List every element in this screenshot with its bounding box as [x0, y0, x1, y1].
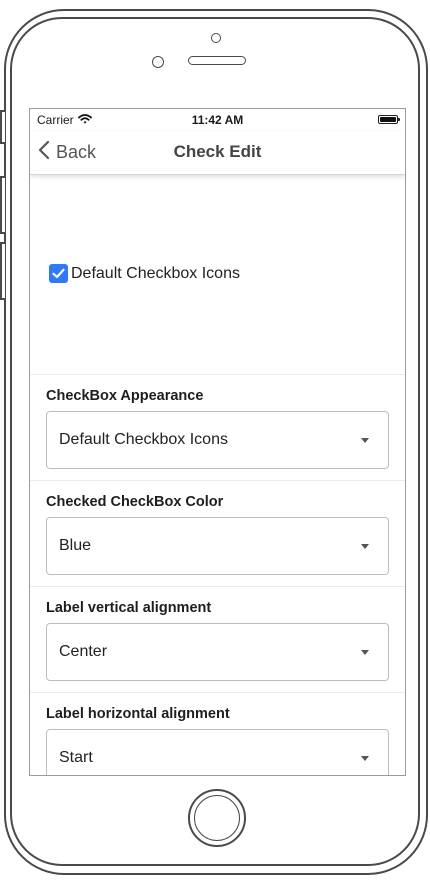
status-time: 11:42 AM [191, 113, 244, 127]
field-checked-color: Checked CheckBox Color Blue [30, 481, 405, 587]
dropdown-value: Blue [59, 537, 92, 554]
vertical-alignment-dropdown[interactable]: Center [46, 623, 389, 681]
mute-switch [0, 110, 5, 144]
proximity-sensor [211, 33, 221, 43]
page-title: Check Edit [173, 142, 262, 161]
battery-icon [378, 115, 400, 124]
field-vertical-alignment: Label vertical alignment Center [30, 587, 405, 693]
volume-down-button [0, 242, 5, 300]
home-button[interactable] [188, 789, 246, 847]
checkbox-preview-section: Default Checkbox Icons [30, 175, 405, 375]
caret-down-icon [361, 756, 369, 761]
dropdown-value: Start [59, 749, 93, 766]
default-checkbox[interactable]: Default Checkbox Icons [49, 264, 240, 283]
dropdown-value: Center [59, 643, 108, 660]
field-label: Label horizontal alignment [46, 706, 230, 722]
caret-down-icon [361, 438, 369, 443]
content-scroll[interactable]: Default Checkbox Icons CheckBox Appearan… [30, 175, 405, 775]
volume-up-button [0, 176, 5, 234]
horizontal-alignment-dropdown[interactable]: Start [46, 729, 389, 775]
checkbox-appearance-dropdown[interactable]: Default Checkbox Icons [46, 411, 389, 469]
front-camera [152, 56, 164, 68]
caret-down-icon [361, 650, 369, 655]
app-screen: Carrier 11:42 AM Back Check Edit Default… [29, 108, 406, 776]
navigation-bar: Back Check Edit [30, 131, 405, 175]
field-label: CheckBox Appearance [46, 388, 204, 404]
earpiece-speaker [188, 56, 246, 65]
caret-down-icon [361, 544, 369, 549]
field-checkbox-appearance: CheckBox Appearance Default Checkbox Ico… [30, 375, 405, 481]
checkbox-label: Default Checkbox Icons [71, 264, 240, 282]
status-bar: Carrier 11:42 AM [30, 109, 405, 131]
checkbox-checked-icon[interactable] [49, 264, 68, 283]
field-label: Label vertical alignment [46, 600, 212, 616]
dropdown-value: Default Checkbox Icons [59, 431, 228, 448]
checked-color-dropdown[interactable]: Blue [46, 517, 389, 575]
field-label: Checked CheckBox Color [46, 494, 224, 510]
field-horizontal-alignment: Label horizontal alignment Start [30, 693, 405, 775]
